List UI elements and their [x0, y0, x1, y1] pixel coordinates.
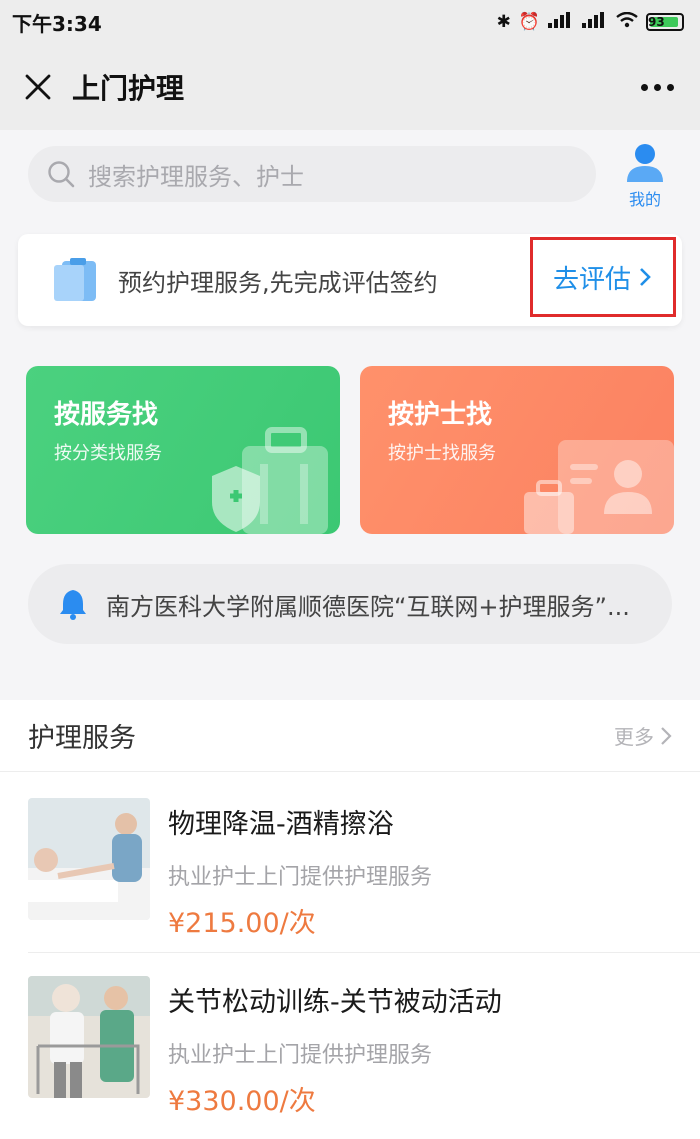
- more-link[interactable]: 更多: [614, 721, 672, 750]
- chevron-right-icon: [640, 268, 651, 286]
- find-by-service-tile[interactable]: 按服务找 按分类找服务: [26, 366, 340, 534]
- dot-icon: [653, 83, 661, 91]
- nursing-services-section: 护理服务 更多 物理降温-酒精擦浴 执业护士上门提供护理服务 ¥215.00/次…: [0, 700, 700, 1139]
- alarm-icon: ⏰: [518, 12, 540, 32]
- more-menu-button[interactable]: [632, 67, 682, 107]
- notice-text: 预约护理服务,先完成评估签约: [118, 268, 438, 297]
- service-price: ¥330.00/次: [168, 1086, 316, 1117]
- dot-icon: [666, 83, 674, 91]
- service-price: ¥215.00/次: [168, 908, 316, 939]
- status-bar: 下午3:34 ✱ ⏰ 93: [0, 0, 700, 44]
- service-name: 关节松动训练-关节被动活动: [168, 987, 502, 1018]
- close-button[interactable]: [18, 67, 58, 107]
- search-placeholder: 搜索护理服务、护士: [88, 162, 304, 191]
- service-thumbnail: [28, 798, 150, 920]
- assessment-notice: 预约护理服务,先完成评估签约 去评估: [18, 234, 682, 326]
- divider: [28, 952, 700, 953]
- search-icon: [48, 161, 75, 188]
- service-item[interactable]: 关节松动训练-关节被动活动 执业护士上门提供护理服务 ¥330.00/次: [0, 976, 700, 1139]
- signal-icon: [548, 11, 574, 33]
- bell-icon: [60, 590, 86, 620]
- user-icon: [627, 144, 663, 182]
- wifi-icon: [616, 11, 638, 33]
- page-title: 上门护理: [72, 72, 185, 105]
- service-info: 关节松动训练-关节被动活动 执业护士上门提供护理服务 ¥330.00/次: [168, 976, 502, 1118]
- service-description: 执业护士上门提供护理服务: [168, 1043, 433, 1068]
- section-header: 护理服务 更多: [0, 700, 700, 772]
- more-label: 更多: [614, 725, 654, 749]
- service-description: 执业护士上门提供护理服务: [168, 865, 433, 890]
- search-input[interactable]: 搜索护理服务、护士: [28, 146, 596, 202]
- service-info: 物理降温-酒精擦浴 执业护士上门提供护理服务 ¥215.00/次: [168, 798, 432, 940]
- find-by-nurse-tile[interactable]: 按护士找 按护士找服务: [360, 366, 674, 534]
- nurse-card-icon: [524, 440, 674, 534]
- dot-icon: [640, 83, 648, 91]
- section-title: 护理服务: [28, 723, 136, 754]
- nav-bar: 上门护理: [0, 44, 700, 130]
- service-name: 物理降温-酒精擦浴: [168, 809, 394, 840]
- chevron-right-icon: [661, 726, 672, 745]
- mine-label: 我的: [628, 190, 661, 209]
- announcement-text: 南方医科大学附属顺德医院“互联网+护理服务”...: [106, 592, 630, 621]
- status-icons: ✱ ⏰ 93: [496, 11, 684, 33]
- service-item[interactable]: 物理降温-酒精擦浴 执业护士上门提供护理服务 ¥215.00/次: [0, 798, 700, 974]
- top-panel: 搜索护理服务、护士 我的 预约护理服务,先完成评估签约 去评估 按服务找 按分类…: [0, 130, 700, 660]
- status-time: 下午3:34: [12, 11, 102, 36]
- go-assess-label: 去评估: [552, 264, 631, 295]
- medical-kit-icon: [212, 427, 328, 534]
- main-content: 搜索护理服务、护士 我的 预约护理服务,先完成评估签约 去评估 按服务找 按分类…: [0, 130, 700, 1139]
- battery-level: 93: [648, 15, 665, 29]
- signal-icon-2: [582, 11, 608, 33]
- clipboard-icon: [54, 258, 96, 301]
- mine-button[interactable]: 我的: [612, 140, 678, 216]
- service-thumbnail: [28, 976, 150, 1098]
- announcement-bar[interactable]: 南方医科大学附属顺德医院“互联网+护理服务”...: [28, 564, 672, 644]
- go-assess-button[interactable]: 去评估: [530, 237, 676, 317]
- battery-icon: 93: [646, 13, 684, 31]
- tile-title: 按护士找: [388, 400, 493, 430]
- close-icon: [25, 74, 51, 100]
- bluetooth-icon: ✱: [496, 12, 511, 32]
